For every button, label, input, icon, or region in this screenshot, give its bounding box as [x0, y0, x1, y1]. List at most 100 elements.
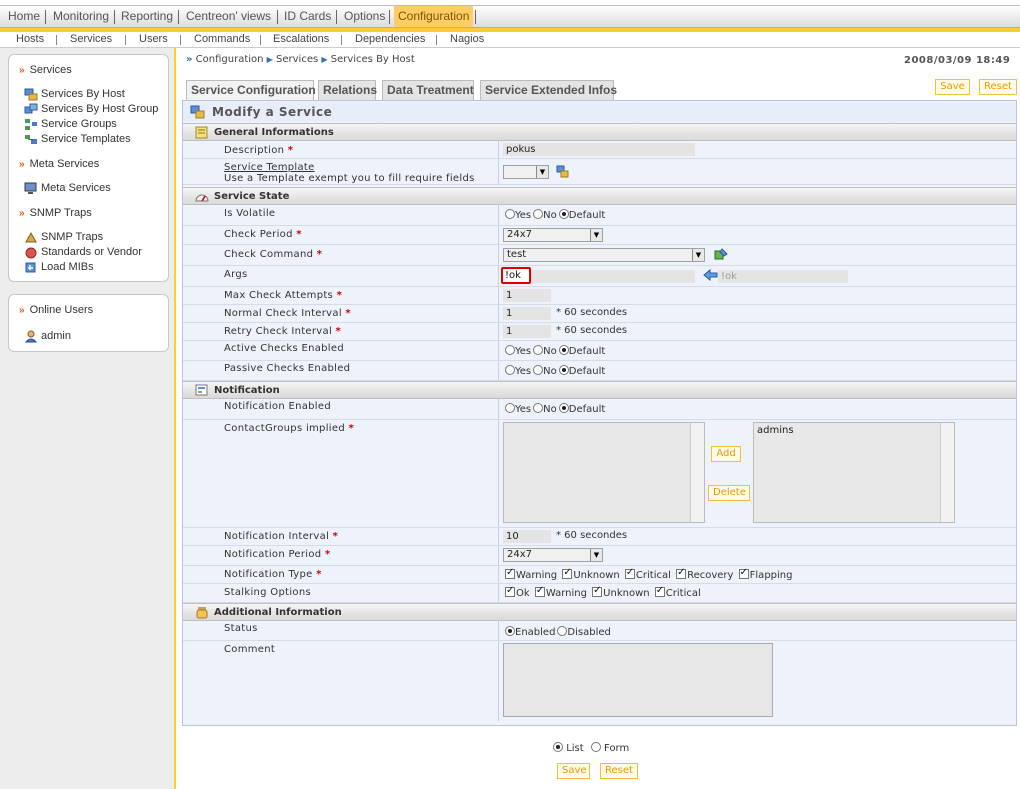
sidebar-item-service-templates[interactable]: Service Templates	[24, 132, 131, 146]
required-marker: *	[296, 229, 302, 240]
row-normal-check-interval: Normal Check Interval * 1 * 60 secondes	[183, 305, 1016, 323]
online-user-item[interactable]: admin	[24, 329, 71, 343]
notif-recovery-checkbox[interactable]	[676, 567, 687, 579]
breadcrumb-services-by-host[interactable]: Services By Host	[331, 54, 415, 65]
column-separator	[498, 420, 499, 527]
reset-button-top[interactable]: Reset	[979, 79, 1017, 95]
notification-period-label: Notification Period *	[224, 549, 331, 560]
tab-relations[interactable]: Relations	[318, 80, 377, 100]
notif-warning-checkbox[interactable]	[505, 567, 515, 579]
submenu-users[interactable]: Users	[139, 33, 168, 45]
template-edit-icon[interactable]	[556, 165, 570, 178]
tab-options[interactable]: Options	[344, 6, 385, 27]
notif-flapping-checkbox[interactable]	[738, 567, 749, 579]
is-volatile-no-radio[interactable]	[533, 209, 544, 219]
is-volatile-yes-radio[interactable]	[505, 209, 515, 219]
submenu-hosts[interactable]: Hosts	[16, 33, 44, 45]
tab-data-treatment[interactable]: Data Treatment	[382, 80, 474, 100]
stalk-critical-checkbox[interactable]	[654, 585, 665, 597]
submenu-escalations[interactable]: Escalations	[273, 33, 329, 45]
notification-interval-input[interactable]: 10	[503, 530, 551, 543]
check-command-select[interactable]: test ▼	[503, 248, 705, 262]
max-check-attempts-input[interactable]: 1	[503, 289, 551, 302]
column-separator	[498, 226, 499, 244]
submenu-dependencies[interactable]: Dependencies	[355, 33, 425, 45]
save-button-bottom[interactable]: Save	[557, 763, 590, 779]
passive-checks-no-radio[interactable]	[533, 365, 544, 375]
stalk-unknown-checkbox[interactable]	[592, 585, 603, 597]
sidebar-section-online-users: » Online Users	[19, 304, 94, 316]
active-checks-default-radio[interactable]	[558, 345, 569, 355]
notification-interval-unit: * 60 secondes	[556, 530, 628, 541]
submenu-separator	[341, 35, 342, 45]
service-template-select[interactable]: ▼	[503, 165, 549, 179]
sidebar-item-meta-services[interactable]: Meta Services	[24, 181, 111, 195]
sidebar-item-standards-or-vendor[interactable]: Standards or Vendor	[24, 245, 142, 259]
delete-contactgroup-button[interactable]: Delete	[708, 485, 750, 501]
active-checks-yes-radio[interactable]	[505, 345, 515, 355]
add-contactgroup-button[interactable]: Add	[711, 446, 741, 462]
command-tool-icon[interactable]	[713, 247, 729, 262]
sidebar-item-services-by-host[interactable]: Services By Host	[24, 87, 125, 101]
check-period-select[interactable]: 24x7 ▼	[503, 228, 603, 242]
section-general-informations: General Informations	[183, 123, 1016, 141]
tab-home[interactable]: Home	[8, 6, 40, 27]
normal-check-interval-input[interactable]: 1	[503, 307, 551, 320]
breadcrumb-configuration[interactable]: Configuration	[196, 54, 264, 65]
active-checks-no-radio[interactable]	[533, 345, 544, 355]
submenu-services[interactable]: Services	[70, 33, 112, 45]
stalk-warning-checkbox[interactable]	[534, 585, 545, 597]
status-disabled-radio[interactable]	[557, 626, 568, 636]
tab-service-configuration[interactable]: Service Configuration	[186, 80, 316, 100]
sidebar-item-load-mibs[interactable]: Load MIBs	[24, 260, 94, 274]
notification-yes-radio[interactable]	[505, 403, 515, 413]
required-marker: *	[345, 308, 351, 319]
monitor-icon	[24, 182, 37, 194]
tab-monitoring[interactable]: Monitoring	[53, 6, 109, 27]
submenu-nagios[interactable]: Nagios	[450, 33, 484, 45]
trap-icon	[25, 231, 37, 243]
list-mode-radio[interactable]	[553, 742, 563, 752]
passive-checks-default-radio[interactable]	[558, 365, 569, 375]
tab-configuration[interactable]: Configuration	[394, 6, 474, 27]
args-preview-field: !ok	[718, 270, 848, 283]
double-chevron-icon: »	[19, 208, 25, 219]
available-contactgroups-list[interactable]	[503, 422, 705, 523]
notif-critical-checkbox[interactable]	[624, 567, 635, 579]
breadcrumb-services[interactable]: Services	[276, 54, 318, 65]
row-max-check-attempts: Max Check Attempts * 1	[183, 287, 1016, 305]
selected-contactgroups-list[interactable]: admins	[753, 422, 955, 523]
scrollbar[interactable]	[690, 423, 704, 522]
gauge-icon	[195, 194, 209, 202]
column-separator	[498, 621, 499, 640]
scrollbar[interactable]	[940, 423, 954, 522]
status-enabled-radio[interactable]	[505, 626, 515, 636]
passive-checks-yes-radio[interactable]	[505, 365, 515, 375]
sidebar-item-snmp-traps[interactable]: SNMP Traps	[24, 230, 103, 244]
form-mode-radio[interactable]	[590, 742, 601, 752]
args-input-field[interactable]	[503, 270, 695, 283]
tab-centreon-views[interactable]: Centreon' views	[186, 6, 271, 27]
tab-reporting[interactable]: Reporting	[121, 6, 173, 27]
section-service-state: Service State	[183, 187, 1016, 205]
tab-id-cards[interactable]: ID Cards	[284, 6, 331, 27]
reset-button-bottom[interactable]: Reset	[600, 763, 638, 779]
save-button-top[interactable]: Save	[935, 79, 970, 95]
notification-default-radio[interactable]	[558, 403, 569, 413]
description-input[interactable]: pokus	[503, 143, 695, 156]
notification-period-select[interactable]: 24x7 ▼	[503, 548, 603, 562]
sidebar-item-services-by-host-group[interactable]: Services By Host Group	[24, 102, 158, 116]
stalk-ok-checkbox[interactable]	[505, 585, 515, 597]
notif-unknown-checkbox[interactable]	[562, 567, 573, 579]
notification-no-radio[interactable]	[533, 403, 544, 413]
submenu-commands[interactable]: Commands	[194, 33, 250, 45]
top-menu-bar: Home Monitoring Reporting Centreon' view…	[0, 5, 1020, 28]
retry-check-interval-input[interactable]: 1	[503, 325, 551, 338]
is-volatile-default-radio[interactable]	[558, 209, 569, 219]
args-input-highlighted[interactable]: !ok	[501, 267, 531, 284]
sidebar-item-service-groups[interactable]: Service Groups	[24, 117, 117, 131]
comment-textarea[interactable]	[503, 643, 773, 717]
contactgroup-item[interactable]: admins	[757, 425, 794, 436]
service-template-link[interactable]: Service Template	[224, 162, 315, 173]
tab-service-extended-infos[interactable]: Service Extended Infos	[480, 80, 617, 100]
